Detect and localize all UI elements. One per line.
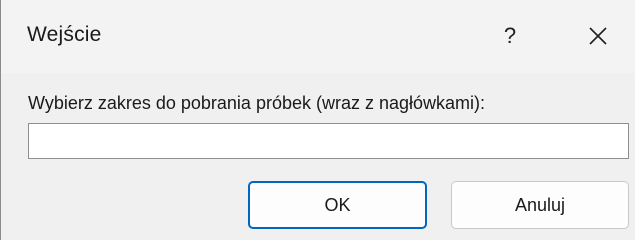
close-button[interactable] (575, 12, 621, 60)
prompt-label: Wybierz zakres do pobrania próbek (wraz … (28, 93, 486, 113)
ok-button[interactable]: OK (248, 181, 427, 229)
close-icon (589, 27, 607, 45)
range-input[interactable] (28, 123, 629, 159)
help-button[interactable]: ? (489, 12, 531, 60)
dialog-content: Wybierz zakres do pobrania próbek (wraz … (1, 73, 635, 240)
title-bar: Wejście ? (1, 0, 635, 73)
dialog-title: Wejście (27, 23, 102, 46)
input-dialog: Wejście ? Wybierz zakres do pobrania pró… (0, 0, 635, 240)
cancel-button[interactable]: Anuluj (451, 181, 629, 229)
